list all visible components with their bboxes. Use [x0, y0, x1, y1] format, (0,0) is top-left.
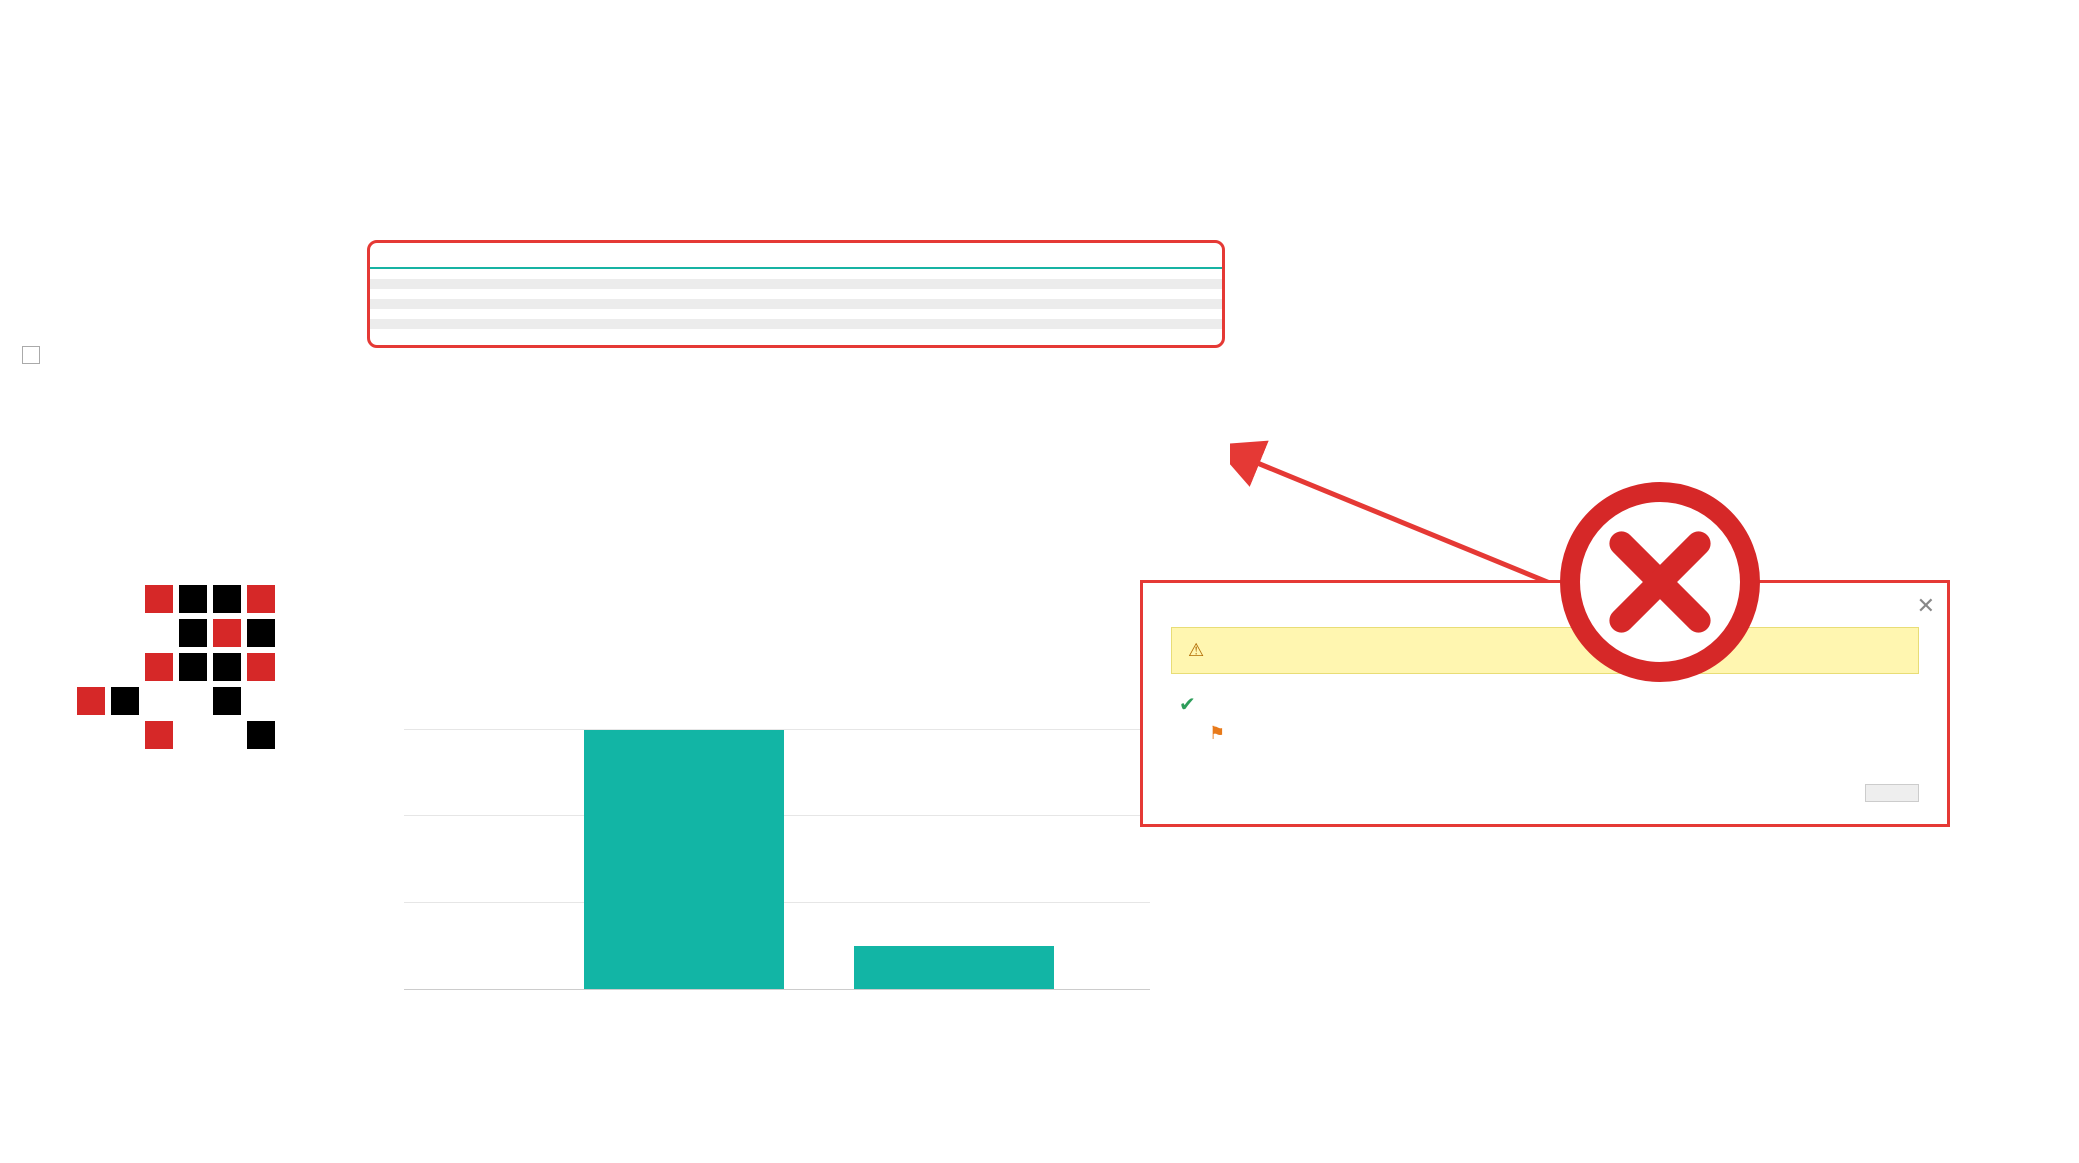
slicer-item-dataformaterror[interactable] [22, 346, 272, 364]
close-button[interactable] [1865, 784, 1919, 802]
error-count-chart [370, 720, 1170, 990]
cell-message [370, 309, 796, 319]
warning-icon: ⚠ [1188, 640, 1204, 661]
cell-detail [796, 319, 1222, 329]
error-x-icon [1560, 482, 1760, 682]
table-row [370, 289, 1222, 299]
cell-detail [796, 289, 1222, 299]
cell-message [370, 289, 796, 299]
slicer-error-reason [22, 338, 272, 364]
chart-bar[interactable] [854, 946, 1054, 989]
count-of-errors-card [1689, 240, 2039, 270]
table-row [370, 319, 1222, 329]
cell-detail [796, 299, 1222, 309]
table-row [370, 268, 1222, 279]
logo-mark-icon [60, 585, 325, 749]
cell-message [370, 329, 796, 339]
col-header-detail[interactable] [796, 251, 1222, 268]
table-row [370, 309, 1222, 319]
table-row [370, 329, 1222, 339]
radacad-logo [60, 585, 325, 763]
query-status-row: ⚑ [1209, 723, 1919, 744]
cell-message [370, 279, 796, 289]
cell-message [370, 268, 796, 279]
check-icon: ✔ [1179, 692, 1196, 717]
table-row [370, 299, 1222, 309]
cell-message [370, 319, 796, 329]
table-row [370, 279, 1222, 289]
error-table [370, 251, 1222, 339]
close-icon[interactable]: ✕ [1913, 589, 1939, 623]
chart-bar[interactable] [584, 730, 784, 989]
cell-detail [796, 329, 1222, 339]
cell-detail [796, 279, 1222, 289]
warning-bar: ⚠ [1171, 627, 1919, 674]
chart-plot-area [370, 730, 1150, 990]
page-title [0, 0, 2079, 10]
cell-message [370, 299, 796, 309]
error-table-card [367, 240, 1225, 348]
query-row: ✔ [1179, 692, 1919, 717]
col-header-message[interactable] [370, 251, 796, 268]
apply-query-changes-dialog: ✕ ⚠ ✔ ⚑ [1140, 580, 1950, 827]
cell-detail [796, 268, 1222, 279]
checkbox-icon[interactable] [22, 346, 40, 364]
cell-detail [796, 309, 1222, 319]
flag-icon: ⚑ [1209, 723, 1225, 744]
